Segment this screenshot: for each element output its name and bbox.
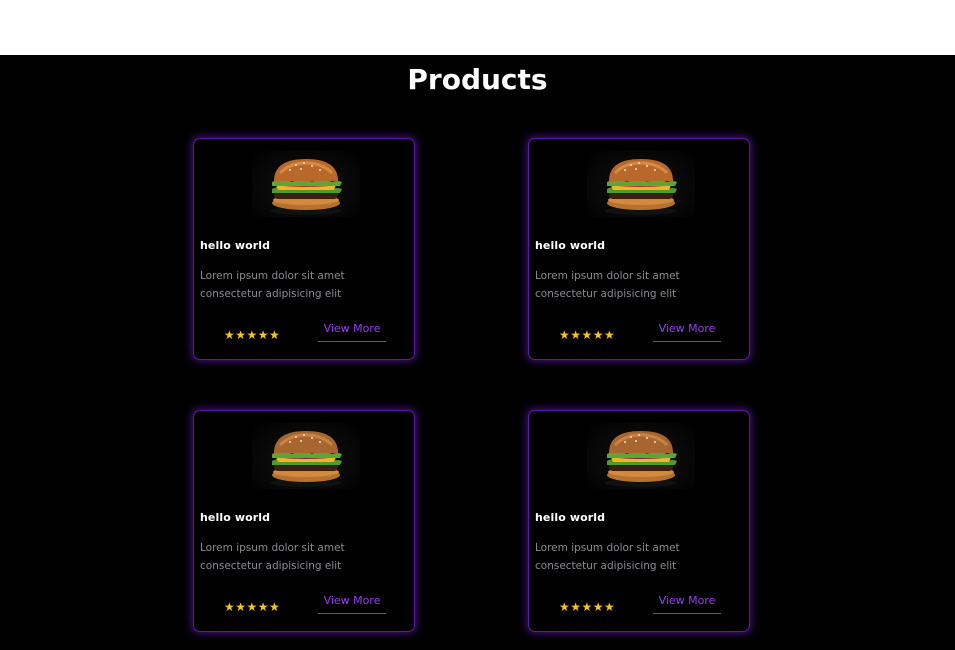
page-title: Products <box>407 63 548 96</box>
burger-image <box>252 423 360 489</box>
view-more-button[interactable]: View More <box>653 322 721 342</box>
products-section: Products hello world Lorem ipsum dolor s… <box>0 55 955 650</box>
product-card: hello world Lorem ipsum dolor sit amet c… <box>193 138 415 360</box>
view-more-button[interactable]: View More <box>318 322 386 342</box>
product-card: hello world Lorem ipsum dolor sit amet c… <box>528 410 750 632</box>
product-description: Lorem ipsum dolor sit amet consectetur a… <box>200 270 345 300</box>
product-card: hello world Lorem ipsum dolor sit amet c… <box>193 410 415 632</box>
top-bar <box>0 0 955 55</box>
burger-image <box>587 423 695 489</box>
view-more-button[interactable]: View More <box>653 594 721 614</box>
star-rating: ★★★★★ <box>559 600 616 614</box>
product-title: hello world <box>535 511 606 524</box>
product-description: Lorem ipsum dolor sit amet consectetur a… <box>535 542 680 572</box>
view-more-button[interactable]: View More <box>318 594 386 614</box>
product-title: hello world <box>200 239 271 252</box>
product-description: Lorem ipsum dolor sit amet consectetur a… <box>200 542 345 572</box>
product-title: hello world <box>200 511 271 524</box>
star-rating: ★★★★★ <box>224 600 281 614</box>
burger-image <box>587 151 695 217</box>
product-card: hello world Lorem ipsum dolor sit amet c… <box>528 138 750 360</box>
star-rating: ★★★★★ <box>559 328 616 342</box>
star-rating: ★★★★★ <box>224 328 281 342</box>
burger-image <box>252 151 360 217</box>
product-title: hello world <box>535 239 606 252</box>
product-description: Lorem ipsum dolor sit amet consectetur a… <box>535 270 680 300</box>
